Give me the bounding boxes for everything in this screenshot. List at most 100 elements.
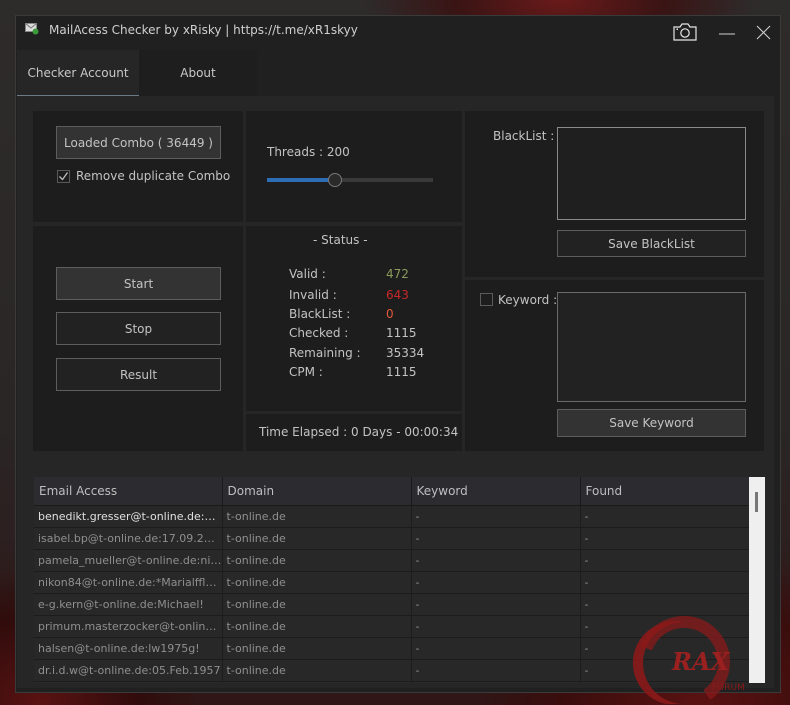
status-value: 472 [386, 267, 409, 281]
status-label: Valid : [289, 267, 326, 281]
table-body: benedikt.gresser@t-online.de:13b... t-onl… [34, 505, 749, 682]
cell-found: - [580, 549, 749, 572]
save-blacklist-button[interactable]: Save BlackList [557, 230, 746, 257]
cell-found: - [580, 527, 749, 550]
minimize-button[interactable] [718, 21, 736, 43]
column-header-domain[interactable]: Domain [222, 477, 412, 506]
cell-keyword: - [411, 615, 581, 638]
checker-account-page: Loaded Combo ( 36449 ) Remove duplicate … [17, 96, 774, 688]
cell-found: - [580, 505, 749, 528]
cell-keyword: - [411, 505, 581, 528]
close-button[interactable] [754, 21, 772, 43]
remove-duplicates-checkbox[interactable] [57, 170, 70, 183]
checkmark-icon [59, 172, 69, 181]
blacklist-panel: BlackList : Save BlackList [465, 111, 764, 277]
blacklist-label: BlackList : [493, 129, 555, 143]
cell-found: - [580, 571, 749, 594]
cell-domain: t-online.de [222, 659, 412, 682]
tab-about[interactable]: About [139, 50, 257, 96]
save-keyword-button[interactable]: Save Keyword [557, 409, 746, 437]
status-title: - Status - [313, 233, 368, 247]
stop-button[interactable]: Stop [56, 312, 221, 345]
cell-keyword: - [411, 527, 581, 550]
cell-found: - [580, 593, 749, 616]
slider-thumb[interactable] [328, 173, 343, 187]
column-header-email-access[interactable]: Email Access [34, 477, 223, 506]
status-value: 1115 [386, 365, 417, 379]
threads-panel: Threads : 200 [246, 111, 462, 222]
threads-slider[interactable] [267, 173, 433, 187]
cell-email: nikon84@t-online.de:*Marialffland86 [34, 571, 223, 594]
combo-panel: Loaded Combo ( 36449 ) Remove duplicate … [33, 111, 243, 222]
column-header-found[interactable]: Found [580, 477, 749, 506]
app-window: MailAcess Checker by xRisky | https://t.… [15, 15, 781, 693]
threads-label: Threads : 200 [267, 145, 350, 159]
results-table: Email Access Domain Keyword Found benedi… [34, 477, 749, 683]
table-row[interactable]: nikon84@t-online.de:*Marialffland86 t-onl… [34, 571, 749, 594]
tab-checker-account[interactable]: Checker Account [17, 50, 139, 96]
title-bar: MailAcess Checker by xRisky | https://t.… [16, 16, 780, 48]
column-header-keyword[interactable]: Keyword [411, 477, 581, 506]
status-value: 0 [386, 307, 394, 321]
table-row[interactable]: primum.masterzocker@t-online.d... t-onlin… [34, 615, 749, 638]
cell-domain: t-online.de [222, 527, 412, 550]
cell-keyword: - [411, 659, 581, 682]
camera-icon [673, 23, 697, 41]
cell-keyword: - [411, 637, 581, 660]
remove-duplicates-label: Remove duplicate Combo [76, 169, 231, 183]
table-row[interactable]: halsen@t-online.de:lw1975g! t-online.de - - [34, 637, 749, 660]
result-button[interactable]: Result [56, 358, 221, 391]
time-elapsed-panel: Time Elapsed : 0 Days - 00:00:34 [246, 414, 462, 451]
cell-found: - [580, 659, 749, 682]
start-button[interactable]: Start [56, 267, 221, 300]
controls-panel: Start Stop Result [33, 226, 243, 451]
cell-email: dr.i.d.w@t-online.de:05.Feb.1957 [34, 659, 223, 682]
status-label: CPM : [289, 365, 323, 379]
status-panel: - Status - Valid : 472 Invalid : 643 BlackLi… [246, 226, 462, 411]
status-value: 643 [386, 288, 409, 302]
keyword-textarea[interactable] [557, 292, 746, 402]
table-row[interactable]: pamela_mueller@t-online.de:nils2... t-onl… [34, 549, 749, 572]
mail-check-icon [25, 23, 39, 35]
loaded-combo-button[interactable]: Loaded Combo ( 36449 ) [56, 126, 221, 159]
cell-keyword: - [411, 593, 581, 616]
time-elapsed: Time Elapsed : 0 Days - 00:00:34 [259, 425, 459, 439]
table-row[interactable]: e-g.kern@t-online.de:Michael! t-online.de… [34, 593, 749, 616]
slider-fill [267, 178, 336, 182]
keyword-label: Keyword : [498, 293, 558, 307]
cell-email: benedikt.gresser@t-online.de:13b... [34, 505, 223, 528]
cell-email: isabel.bp@t-online.de:17.09.2001 [34, 527, 223, 550]
cell-domain: t-online.de [222, 549, 412, 572]
cell-keyword: - [411, 549, 581, 572]
status-label: Invalid : [289, 288, 337, 302]
cell-domain: t-online.de [222, 615, 412, 638]
tab-bar: Checker Account About [17, 50, 257, 96]
cell-domain: t-online.de [222, 637, 412, 660]
status-label: Checked : [289, 326, 349, 340]
cell-email: pamela_mueller@t-online.de:nils2... [34, 549, 223, 572]
status-value: 1115 [386, 326, 417, 340]
keyword-checkbox[interactable] [480, 293, 493, 306]
keyword-panel: Keyword : Save Keyword [465, 280, 764, 451]
table-row[interactable]: benedikt.gresser@t-online.de:13b... t-onl… [34, 505, 749, 528]
screenshot-button[interactable] [672, 21, 698, 43]
blacklist-textarea[interactable] [557, 127, 746, 220]
cell-domain: t-online.de [222, 505, 412, 528]
cell-keyword: - [411, 571, 581, 594]
cell-email: halsen@t-online.de:lw1975g! [34, 637, 223, 660]
close-icon [756, 25, 770, 39]
status-label: BlackList : [289, 307, 351, 321]
window-title: MailAcess Checker by xRisky | https://t.… [49, 23, 358, 37]
scrollbar-thumb[interactable] [755, 492, 758, 512]
table-row[interactable]: isabel.bp@t-online.de:17.09.2001 t-online… [34, 527, 749, 550]
table-scrollbar[interactable] [749, 477, 765, 683]
status-value: 35334 [386, 346, 425, 360]
table-header-row: Email Access Domain Keyword Found [34, 477, 749, 506]
status-label: Remaining : [289, 346, 361, 360]
cell-email: e-g.kern@t-online.de:Michael! [34, 593, 223, 616]
cell-domain: t-online.de [222, 593, 412, 616]
table-row[interactable]: dr.i.d.w@t-online.de:05.Feb.1957 t-online… [34, 659, 749, 682]
cell-domain: t-online.de [222, 571, 412, 594]
cell-email: primum.masterzocker@t-online.d... [34, 615, 223, 638]
cell-found: - [580, 615, 749, 638]
